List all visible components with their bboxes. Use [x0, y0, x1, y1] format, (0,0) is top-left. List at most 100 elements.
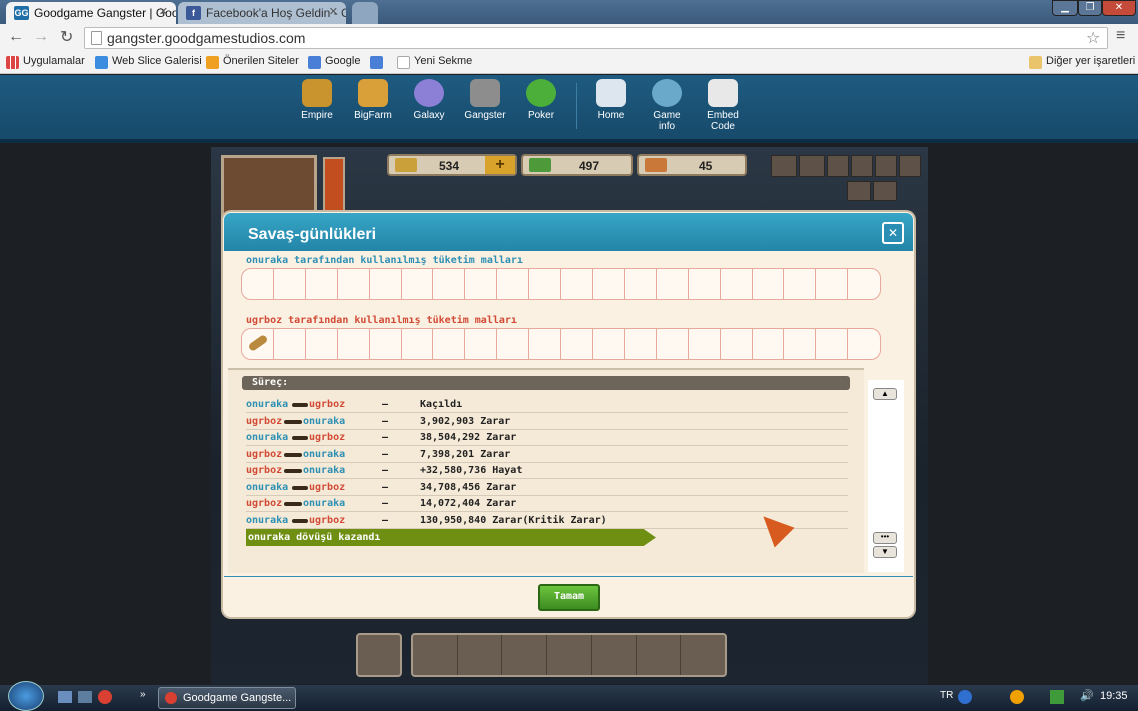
log-scrollbar[interactable]: ▲ ••• ▼: [868, 380, 904, 572]
log-row: ugrboz onuraka – 7,398,201 Zarar: [246, 447, 848, 463]
weapons-icon[interactable]: [502, 635, 548, 675]
headset-icon[interactable]: [873, 181, 897, 201]
help-icon[interactable]: [958, 690, 972, 704]
bookmark-apps[interactable]: Uygulamalar: [6, 55, 85, 69]
game-bigfarm[interactable]: BigFarm: [344, 79, 402, 121]
log-result: +32,580,736 Hayat: [420, 465, 523, 476]
google-icon: [308, 56, 321, 69]
log-separator: –: [382, 514, 389, 526]
window-close-icon[interactable]: ✕: [1102, 0, 1136, 16]
game-empire[interactable]: Empire: [288, 79, 346, 121]
forward-icon[interactable]: →: [33, 28, 49, 46]
defender-name: onuraka: [303, 465, 346, 476]
close-icon[interactable]: [899, 155, 921, 177]
log-row: ugrboz onuraka – 3,902,903 Zarar: [246, 414, 848, 430]
game-poker[interactable]: Poker: [512, 79, 570, 121]
volume-icon[interactable]: 🔊: [1080, 689, 1094, 702]
bookmark-google[interactable]: Google: [308, 55, 361, 69]
minimize-icon[interactable]: ▁: [1052, 0, 1078, 16]
tab-goodgame-gangster[interactable]: GG Goodgame Gangster | Goo ✕: [6, 2, 176, 24]
weapon-icon: [284, 452, 302, 457]
bookmark-label: Yeni Sekme: [414, 55, 473, 67]
log-row: onuraka ugrboz – 38,504,292 Zarar: [246, 430, 848, 446]
show-desktop-icon[interactable]: [58, 691, 72, 703]
log-result: 3,902,903 Zarar: [420, 415, 511, 427]
link-game-info[interactable]: Game info: [638, 79, 696, 132]
start-button[interactable]: [8, 681, 44, 711]
menu-icon[interactable]: ≡: [1116, 27, 1125, 45]
link-home[interactable]: Home: [582, 79, 640, 121]
cash-value: 534: [439, 159, 460, 173]
new-tab-button[interactable]: [352, 2, 378, 24]
gangster-face-icon[interactable]: [458, 635, 503, 675]
crate-icon[interactable]: [681, 635, 725, 675]
tray-app-icon[interactable]: [1010, 690, 1024, 704]
ok-button[interactable]: Tamam: [538, 584, 600, 611]
ammo-icon: [645, 158, 667, 172]
weapon-icon: [284, 419, 302, 424]
page-icon: [397, 56, 410, 69]
chrome-quicklaunch-icon[interactable]: [98, 690, 112, 704]
scroll-down-icon[interactable]: ▼: [873, 546, 897, 558]
taskbar-window-chrome[interactable]: Goodgame Gangste...: [158, 687, 296, 709]
clock[interactable]: 19:35: [1100, 690, 1128, 702]
settings-icon[interactable]: [875, 155, 897, 177]
attacker-name: ugrboz: [246, 448, 283, 460]
game-label: Poker: [527, 110, 555, 121]
facebook-favicon-icon: f: [186, 6, 201, 20]
star-icon[interactable]: ☆: [1086, 28, 1100, 48]
consumables-label-player2: ugrboz tarafından kullanılmış tüketim ma…: [246, 315, 517, 326]
newspaper-icon[interactable]: [413, 635, 458, 675]
folder-icon: [1029, 56, 1042, 69]
winner-text: onuraka dövüşü kazandı: [248, 532, 381, 543]
add-cash-button[interactable]: +: [485, 156, 515, 174]
log-separator: –: [382, 465, 389, 476]
bullets-icon[interactable]: [592, 635, 637, 675]
chat-icon[interactable]: [771, 155, 797, 177]
tablet-button[interactable]: [356, 633, 402, 677]
list-icon[interactable]: [847, 181, 871, 201]
maximize-icon[interactable]: ❐: [1078, 0, 1102, 16]
link-label: Game: [653, 110, 681, 121]
bookmark-new-tab[interactable]: Yeni Sekme: [397, 55, 473, 69]
dialog-close-button[interactable]: ✕: [882, 222, 904, 244]
bookmark-other[interactable]: Diğer yer işaretleri: [1029, 55, 1135, 69]
back-icon[interactable]: ←: [8, 28, 24, 46]
link-label: Code: [711, 121, 735, 132]
game-gangster[interactable]: Gangster: [456, 79, 514, 121]
link-embed-code[interactable]: Embed Code: [694, 79, 752, 132]
attacker-name: ugrboz: [246, 465, 283, 476]
log-result: 130,950,840 Zarar(Kritik Zarar): [420, 514, 607, 526]
bookmark-label: Web Slice Galerisi: [112, 55, 202, 67]
game-galaxy[interactable]: Galaxy: [400, 79, 458, 121]
help-icon[interactable]: [851, 155, 873, 177]
weapon-icon: [292, 403, 308, 407]
switch-windows-icon[interactable]: [78, 691, 92, 703]
log-row: ugrboz onuraka – +32,580,736 Hayat: [246, 463, 848, 479]
defender-name: onuraka: [303, 415, 346, 427]
mail-icon[interactable]: [827, 155, 849, 177]
ammo-value: 45: [699, 159, 713, 173]
address-bar[interactable]: gangster.goodgamestudios.com ☆: [84, 27, 1108, 49]
defender-name: ugrboz: [309, 481, 346, 493]
tab-label: Facebook'a Hoş Geldin - G: [206, 6, 346, 20]
more-icon[interactable]: •••: [873, 532, 897, 544]
close-icon[interactable]: ✕: [329, 5, 338, 18]
car-icon[interactable]: [637, 635, 682, 675]
url-text[interactable]: gangster.goodgamestudios.com: [107, 30, 305, 46]
scroll-up-icon[interactable]: ▲: [873, 388, 897, 400]
add-friend-icon[interactable]: [799, 155, 825, 177]
bookmark-web-slice[interactable]: Web Slice Galerisi: [95, 55, 202, 69]
reload-icon[interactable]: ↻: [60, 27, 73, 47]
bookmark-suggested-sites[interactable]: Önerilen Siteler: [206, 55, 299, 69]
language-indicator[interactable]: TR: [940, 690, 953, 701]
consumable-item-icon[interactable]: [247, 333, 269, 353]
log-row: onuraka ugrboz – Kaçıldı: [246, 397, 848, 413]
close-icon[interactable]: ✕: [159, 5, 168, 18]
network-icon[interactable]: [1050, 690, 1064, 704]
map-icon[interactable]: [547, 635, 592, 675]
expand-icon[interactable]: »: [140, 689, 146, 700]
bookmark-label: Google: [325, 55, 361, 67]
tab-facebook[interactable]: f Facebook'a Hoş Geldin - G ✕: [178, 2, 346, 24]
attacker-name: onuraka: [246, 399, 289, 410]
